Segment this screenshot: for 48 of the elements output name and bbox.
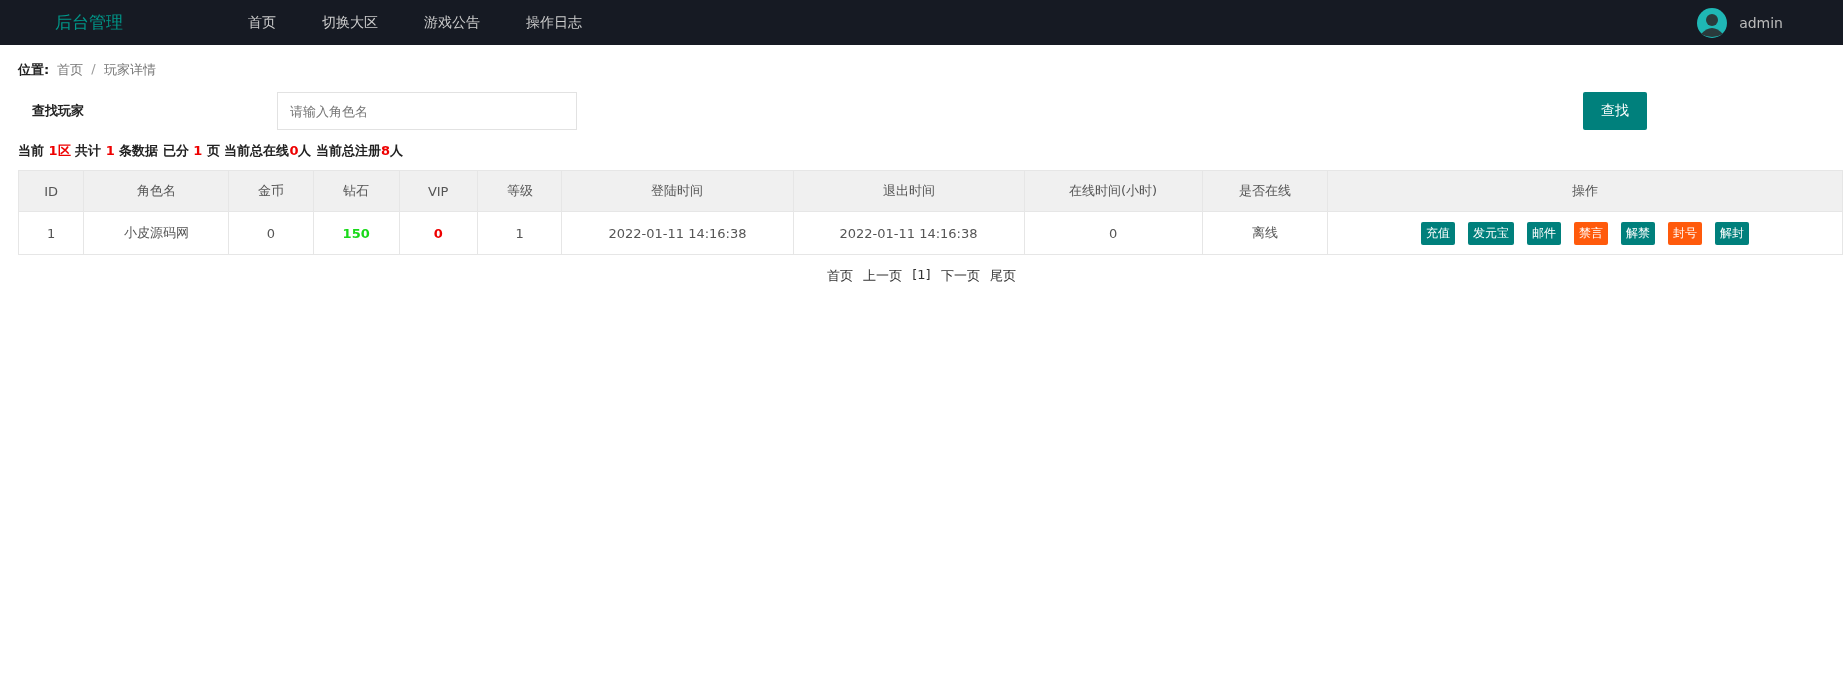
nav-link[interactable]: 首页: [225, 13, 299, 32]
column-header: ID: [18, 170, 84, 212]
pagination-link[interactable]: [1]: [912, 267, 931, 285]
action-button[interactable]: 禁言: [1573, 221, 1608, 245]
table-cell: 0: [1024, 211, 1203, 255]
column-header: 等级: [477, 170, 562, 212]
column-header: 退出时间: [793, 170, 1024, 212]
breadcrumb-separator: /: [91, 61, 96, 78]
nav-link[interactable]: 操作日志: [503, 13, 605, 32]
breadcrumb-item[interactable]: 首页: [57, 61, 84, 79]
search-label: 查找玩家: [32, 102, 85, 120]
table-cell: 0: [399, 211, 478, 255]
column-header: 登陆时间: [562, 170, 793, 212]
action-button[interactable]: 解禁: [1620, 221, 1655, 245]
search-field[interactable]: 请输入角色名: [277, 92, 577, 130]
nav-link[interactable]: 游戏公告: [401, 13, 503, 32]
pagination-link[interactable]: 首页: [827, 267, 854, 285]
summary-text: 当前 1区 共计 1 条数据 已分 1 页 当前总在线0人 当前总注册8人: [18, 142, 404, 160]
column-header: 角色名: [83, 170, 229, 212]
logo-text[interactable]: 后台管理: [55, 11, 225, 34]
breadcrumb-label: 位置:: [18, 61, 50, 79]
breadcrumb-item[interactable]: 玩家详情: [103, 61, 156, 79]
column-header: VIP: [399, 170, 478, 212]
pagination-link[interactable]: 上一页: [863, 267, 903, 285]
table-cell: 1: [18, 211, 84, 255]
column-header: 在线时间(小时): [1024, 170, 1203, 212]
action-button[interactable]: 解封: [1714, 221, 1749, 245]
column-header: 钻石: [313, 170, 400, 212]
table-cell: 2022-01-11 14:16:38: [793, 211, 1024, 255]
column-header: 金币: [228, 170, 314, 212]
action-button[interactable]: 邮件: [1526, 221, 1561, 245]
column-header: 是否在线: [1202, 170, 1328, 212]
table-cell: 2022-01-11 14:16:38: [562, 211, 793, 255]
pagination-link[interactable]: 下一页: [940, 267, 980, 285]
table-cell: 离线: [1202, 211, 1328, 255]
action-button[interactable]: 封号: [1667, 221, 1702, 245]
table-cell: 150: [313, 211, 400, 255]
table-cell: 0: [228, 211, 314, 255]
nav-link[interactable]: 切换大区: [299, 13, 401, 32]
action-button[interactable]: 充值: [1420, 221, 1455, 245]
username[interactable]: admin: [1739, 14, 1783, 31]
table-cell: 1: [477, 211, 562, 255]
avatar-icon[interactable]: [1697, 7, 1728, 38]
column-header: 操作: [1327, 170, 1843, 212]
pagination-link[interactable]: 尾页: [989, 267, 1016, 285]
table-cell: 小皮源码网: [83, 211, 229, 255]
search-button[interactable]: 查找: [1583, 92, 1647, 130]
action-button[interactable]: 发元宝: [1467, 221, 1514, 245]
